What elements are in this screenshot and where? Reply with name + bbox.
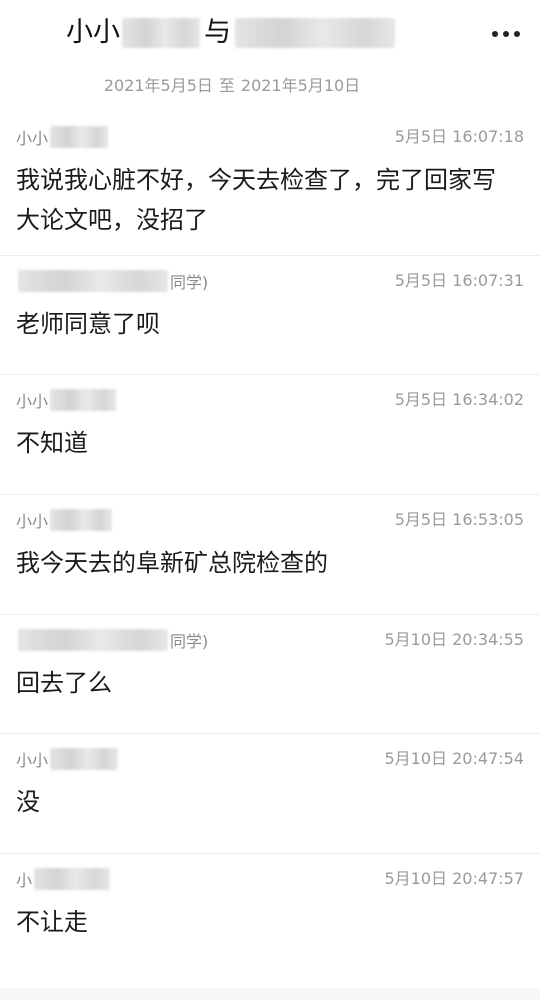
- message-item: 同学) 5月10日 20:34:55 回去了么: [0, 615, 540, 734]
- redacted-name: [50, 389, 117, 411]
- message-text: 没: [16, 788, 40, 816]
- message-time: 5月10日 20:34:55: [384, 630, 525, 649]
- redacted-name: [50, 509, 113, 531]
- redacted-name: [122, 18, 200, 48]
- title-connector: 与: [204, 17, 231, 48]
- message-text: 不知道: [16, 429, 88, 457]
- more-horizontal-icon: [514, 31, 520, 37]
- more-options-button[interactable]: [486, 22, 526, 46]
- more-horizontal-icon: [503, 31, 509, 37]
- chat-history-header: 小小 与: [0, 0, 540, 68]
- message-item: 小小 5月5日 16:34:02 不知道: [0, 375, 540, 495]
- redacted-name: [50, 126, 109, 148]
- date-range: 2021年5月5日至 2021年5月10日: [0, 74, 464, 98]
- message-list: 小小 5月5日 16:07:18 我说我心脏不好，今天去检查了，完了回家写大论文…: [0, 112, 540, 973]
- redacted-name: [235, 18, 395, 48]
- date-range-start: 2021年5月5日: [103, 76, 213, 95]
- message-text: 回去了么: [16, 669, 112, 697]
- message-text: 老师同意了呗: [16, 310, 160, 338]
- date-range-separator: 至: [218, 76, 235, 95]
- message-time: 5月10日 20:47:54: [384, 749, 525, 768]
- sender-name: 小小: [16, 747, 119, 771]
- message-item: 小小 5月5日 16:07:18 我说我心脏不好，今天去检查了，完了回家写大论文…: [0, 112, 540, 256]
- sender-name: 同学): [16, 628, 208, 652]
- message-item: 同学) 5月5日 16:07:31 老师同意了呗: [0, 256, 540, 375]
- message-time: 5月5日 16:07:18: [394, 127, 524, 146]
- message-item: 小小 5月5日 16:53:05 我今天去的阜新矿总院检查的: [0, 495, 540, 615]
- sender-name: 小: [16, 867, 111, 891]
- message-text: 不让走: [16, 908, 88, 936]
- redacted-name: [18, 270, 168, 292]
- redacted-name: [18, 629, 168, 651]
- title-prefix: 小小: [66, 17, 120, 48]
- message-time: 5月5日 16:34:02: [394, 390, 524, 409]
- message-item: 小小 5月10日 20:47:54 没: [0, 734, 540, 854]
- sender-name: 小小: [16, 125, 109, 149]
- message-item: 小 5月10日 20:47:57 不让走: [0, 854, 540, 973]
- message-text: 我说我心脏不好，今天去检查了，完了回家写大论文吧，没招了: [16, 166, 496, 234]
- message-time: 5月5日 16:53:05: [394, 510, 524, 529]
- more-horizontal-icon: [492, 31, 498, 37]
- sender-name: 同学): [16, 269, 208, 293]
- sender-name: 小小: [16, 388, 117, 412]
- date-range-end: 2021年5月10日: [240, 76, 361, 95]
- message-text: 我今天去的阜新矿总院检查的: [16, 549, 328, 577]
- message-time: 5月10日 20:47:57: [384, 869, 525, 888]
- redacted-name: [50, 748, 119, 770]
- bottom-edge: [0, 988, 540, 1000]
- message-time: 5月5日 16:07:31: [394, 271, 524, 290]
- redacted-name: [34, 868, 111, 890]
- sender-name: 小小: [16, 508, 113, 532]
- chat-title: 小小 与: [66, 16, 395, 50]
